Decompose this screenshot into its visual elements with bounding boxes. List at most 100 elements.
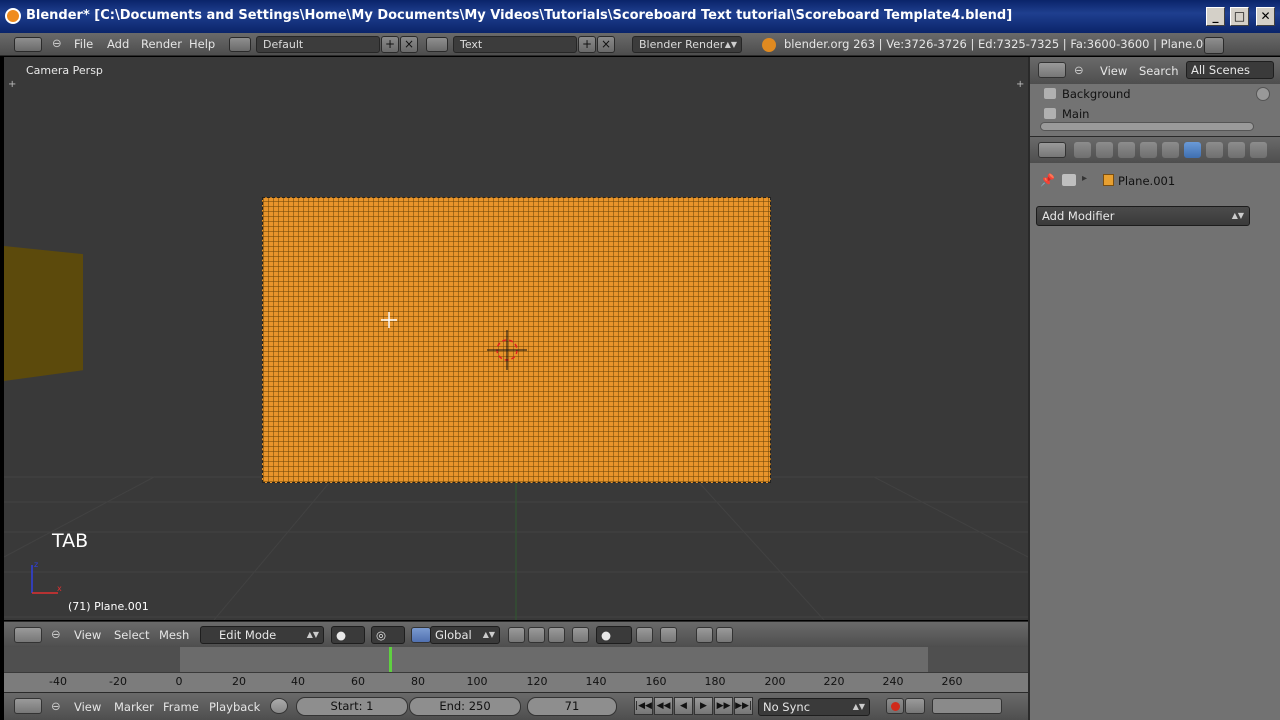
current-frame-marker[interactable]: [389, 647, 392, 672]
jump-to-keyframe-prev-icon[interactable]: ◀◀: [654, 697, 673, 715]
dropdown-arrow-icon: ▲▼: [852, 702, 865, 711]
menu-playback[interactable]: Playback: [209, 700, 260, 714]
menu-file[interactable]: File: [74, 37, 93, 51]
pivot-point-dropdown[interactable]: ◎: [371, 626, 405, 644]
editor-type-properties-icon[interactable]: [1038, 142, 1066, 158]
close-button[interactable]: ✕: [1256, 7, 1275, 26]
minimize-button[interactable]: _: [1206, 7, 1225, 26]
add-screen-button[interactable]: +: [381, 36, 399, 53]
play-icon[interactable]: ▶: [694, 697, 713, 715]
tick-label: 120: [526, 675, 548, 688]
jump-to-start-icon[interactable]: |◀◀: [634, 697, 653, 715]
jump-to-end-icon[interactable]: ▶▶|: [734, 697, 753, 715]
tool-shelf-toggle-icon[interactable]: +: [8, 79, 16, 90]
collapse-menus-icon[interactable]: ⊖: [51, 627, 61, 641]
jump-to-keyframe-next-icon[interactable]: ▶▶: [714, 697, 733, 715]
menu-view[interactable]: View: [74, 628, 101, 642]
viewport-shading-dropdown[interactable]: ●: [331, 626, 365, 644]
menu-frame[interactable]: Frame: [163, 700, 199, 714]
menu-view[interactable]: View: [1100, 64, 1127, 78]
snap-element-icon[interactable]: [660, 627, 677, 643]
frame-ruler[interactable]: -40 -20 0 20 40 60 80 100 120 140 160 18…: [4, 672, 1028, 692]
keying-set-icon[interactable]: [905, 698, 925, 714]
world-tab-icon[interactable]: [1118, 142, 1135, 158]
delete-screen-button[interactable]: ×: [400, 36, 418, 53]
scene-field[interactable]: Text: [453, 36, 577, 53]
tick-label: 220: [823, 675, 845, 688]
screen-layout-field[interactable]: Default: [256, 36, 380, 53]
limit-selection-icon[interactable]: [572, 627, 589, 643]
dropdown-arrow-icon: ▲▼: [724, 40, 737, 49]
render-animation-icon[interactable]: [716, 627, 733, 643]
end-frame-field[interactable]: End: 250: [409, 697, 521, 716]
menu-marker[interactable]: Marker: [114, 700, 154, 714]
render-tab-icon[interactable]: [1074, 142, 1091, 158]
pin-icon[interactable]: 📌: [1040, 173, 1055, 187]
start-frame-field[interactable]: Start: 1: [296, 697, 408, 716]
menu-view[interactable]: View: [74, 700, 101, 714]
properties-body: 📌 ▸ Plane.001 Add Modifier ▲▼: [1030, 163, 1280, 720]
render-still-icon[interactable]: [696, 627, 713, 643]
menu-add[interactable]: Add: [107, 37, 129, 51]
timeline[interactable]: -40 -20 0 20 40 60 80 100 120 140 160 18…: [4, 647, 1028, 692]
key-hint-label: TAB: [52, 530, 89, 552]
play-reverse-icon[interactable]: ◀: [674, 697, 693, 715]
info-header: ⊖ File Add Render Help Default + × Text …: [0, 33, 1280, 56]
record-dot-icon: [891, 702, 900, 711]
orientation-dropdown[interactable]: Global ▲▼: [430, 626, 500, 644]
menu-help[interactable]: Help: [189, 37, 215, 51]
texture-tab-icon[interactable]: [1250, 142, 1267, 158]
active-keying-set-field[interactable]: [932, 698, 1002, 714]
editor-type-timeline-icon[interactable]: [14, 698, 42, 714]
editor-type-3d-icon[interactable]: [14, 627, 42, 643]
editor-type-info-icon[interactable]: [14, 37, 42, 52]
material-tab-icon[interactable]: [1228, 142, 1245, 158]
collapse-menus-icon[interactable]: ⊖: [51, 699, 61, 713]
mode-dropdown[interactable]: Edit Mode ▲▼: [200, 626, 324, 644]
render-engine-dropdown[interactable]: Blender Render ▲▼: [632, 36, 742, 53]
add-scene-button[interactable]: +: [578, 36, 596, 53]
scene-icon[interactable]: [426, 37, 448, 52]
editor-type-outliner-icon[interactable]: [1038, 62, 1066, 78]
tick-label: 40: [291, 675, 305, 688]
horizontal-scrollbar[interactable]: [1040, 122, 1254, 131]
menu-select[interactable]: Select: [114, 628, 149, 642]
collapse-menus-icon[interactable]: ⊖: [1074, 63, 1084, 77]
delete-scene-button[interactable]: ×: [597, 36, 615, 53]
menu-render[interactable]: Render: [141, 37, 182, 51]
menu-mesh[interactable]: Mesh: [159, 628, 189, 642]
blender-logo-icon: [762, 38, 776, 52]
proportional-edit-dropdown[interactable]: ●: [596, 626, 632, 644]
scrollbar-handle[interactable]: [1256, 87, 1270, 101]
data-tab-icon[interactable]: [1206, 142, 1223, 158]
edge-select-icon[interactable]: [528, 627, 545, 643]
maximize-button[interactable]: □: [1230, 7, 1249, 26]
3d-viewport[interactable]: Camera Persp + + TAB x z (71) Plane.001: [4, 57, 1028, 620]
menu-search[interactable]: Search: [1139, 64, 1179, 78]
vertex-select-icon[interactable]: [508, 627, 525, 643]
background-object[interactable]: [4, 246, 83, 381]
snap-toggle-icon[interactable]: [636, 627, 653, 643]
current-frame-field[interactable]: 71: [527, 697, 617, 716]
outliner-list[interactable]: Background Main: [1030, 84, 1280, 136]
constraints-tab-icon[interactable]: [1162, 142, 1179, 158]
face-select-icon[interactable]: [548, 627, 565, 643]
fullscreen-icon[interactable]: [1204, 37, 1224, 54]
outliner-filter-dropdown[interactable]: All Scenes: [1186, 61, 1274, 79]
manipulator-icon[interactable]: [411, 627, 431, 643]
dropdown-arrow-icon: ▲▼: [306, 630, 319, 639]
modifiers-tab-icon[interactable]: [1184, 142, 1201, 158]
object-tab-icon[interactable]: [1140, 142, 1157, 158]
collapse-menus-icon[interactable]: ⊖: [52, 36, 62, 50]
add-modifier-dropdown[interactable]: Add Modifier ▲▼: [1036, 206, 1250, 226]
tick-label: 260: [941, 675, 963, 688]
scene-tab-icon[interactable]: [1096, 142, 1113, 158]
outliner-item-main[interactable]: Main: [1044, 107, 1089, 121]
screen-layout-icon[interactable]: [229, 37, 251, 52]
outliner-item-background[interactable]: Background: [1044, 87, 1131, 101]
sync-mode-label: No Sync: [763, 700, 811, 714]
properties-toggle-icon[interactable]: +: [1016, 79, 1024, 90]
preview-range-icon[interactable]: [270, 698, 288, 714]
sync-mode-dropdown[interactable]: No Sync ▲▼: [758, 698, 870, 716]
record-keyframe-icon[interactable]: [886, 698, 904, 714]
